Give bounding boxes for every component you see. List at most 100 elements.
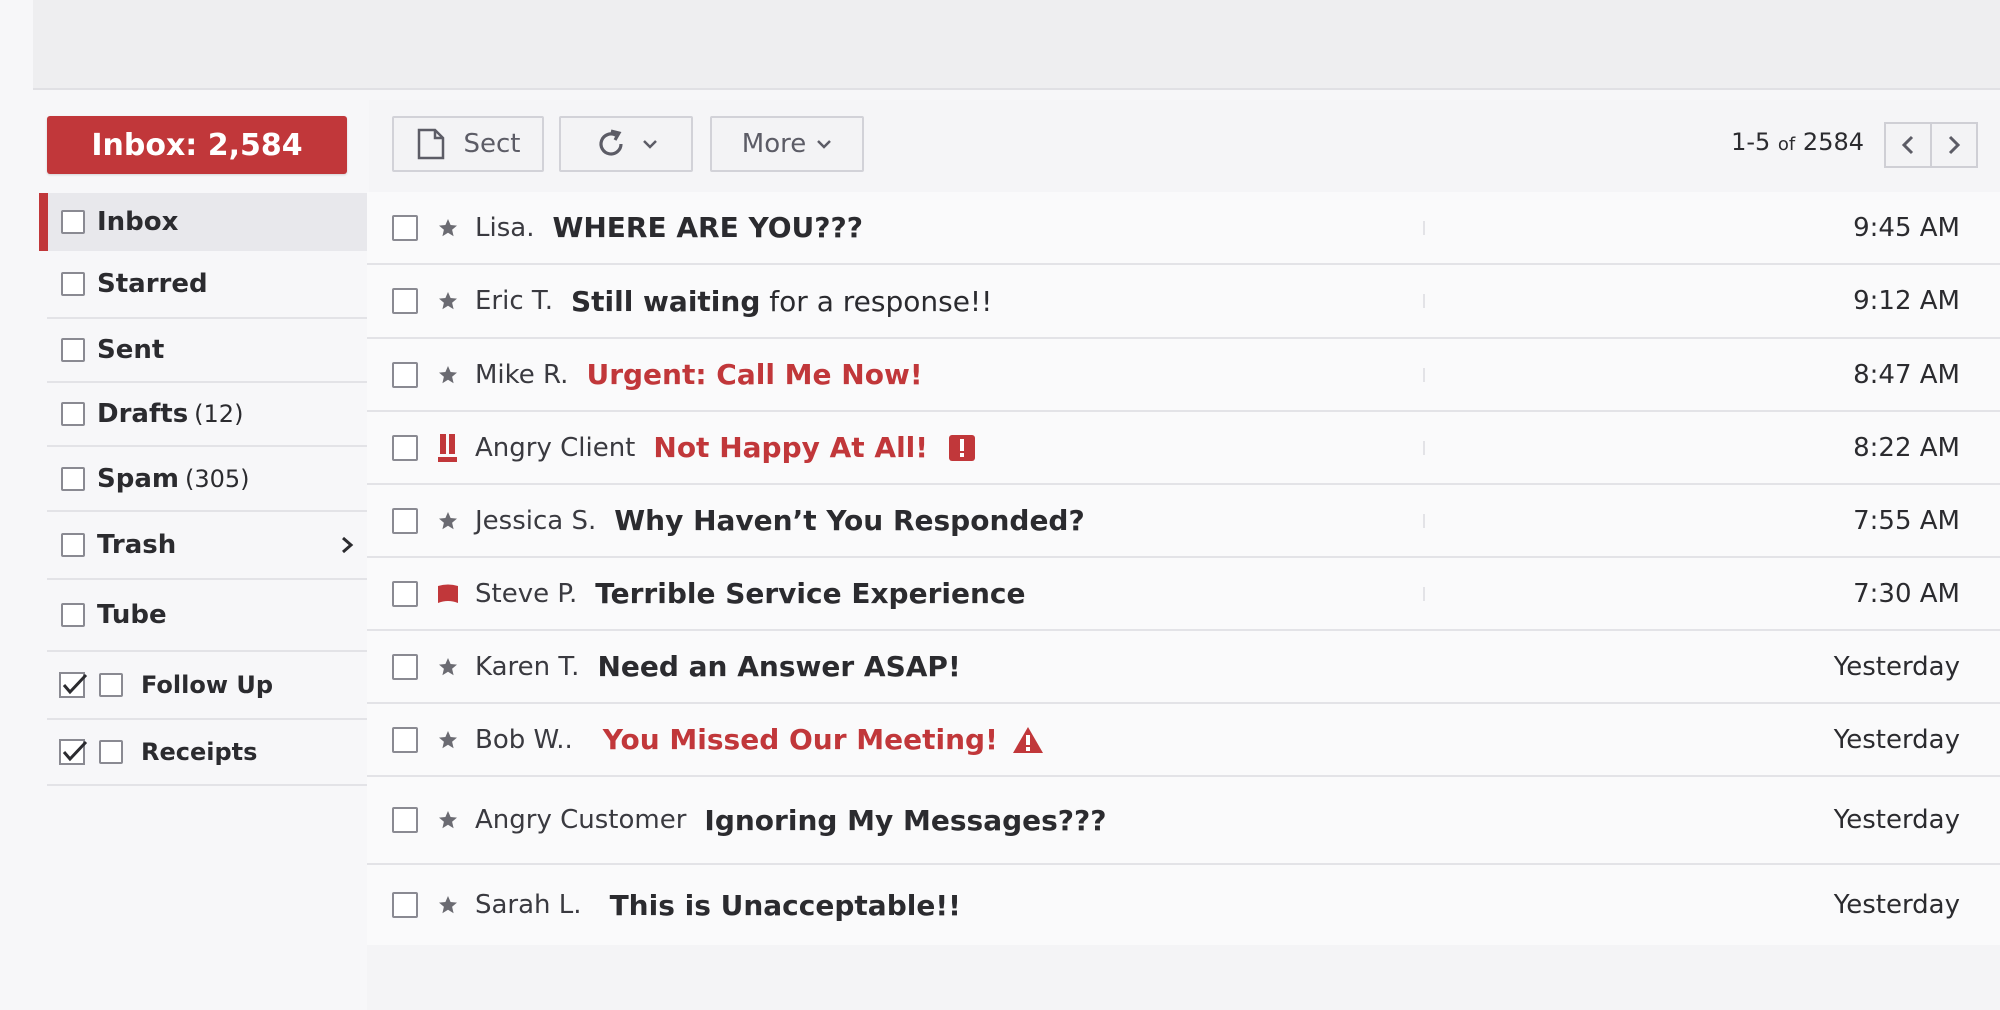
checkbox[interactable] [99,673,123,697]
check-icon[interactable] [59,672,89,698]
sidebar-item-label: Spam [97,463,179,494]
message-row[interactable]: Angry Customer Ignoring My Messages??? Y… [367,777,2000,865]
star-icon[interactable] [437,894,459,916]
message-time: 7:55 AM [1853,505,1960,536]
checkbox[interactable] [61,466,85,491]
sidebar-item-sent[interactable]: Sent [47,319,369,383]
message-time: 9:45 AM [1853,212,1960,243]
divider [1423,220,1425,235]
sidebar-item-drafts[interactable]: Drafts (12) [47,383,369,447]
checkbox[interactable] [392,288,418,314]
chevron-left-icon [1901,135,1914,155]
more-label: More [741,129,807,159]
message-sender: Lisa. [475,212,535,243]
message-time: 9:12 AM [1853,286,1960,316]
sidebar-item-starred[interactable]: Starred [47,251,369,319]
message-row[interactable]: Steve P. Terrible Service Experience 7:3… [367,558,2000,631]
message-sender: Steve P. [475,578,578,609]
alert-square-icon [948,434,976,462]
divider [1423,513,1425,528]
star-icon[interactable] [437,510,459,532]
document-icon [417,128,444,160]
sidebar-item-tube[interactable]: Tube [47,580,369,652]
refresh-button[interactable] [559,116,693,172]
select-button[interactable]: Sect [392,116,544,172]
star-icon[interactable] [437,729,459,751]
chevron-right-icon[interactable] [337,535,357,555]
message-subject: This is Unacceptable!! [609,888,961,922]
checkbox[interactable] [61,533,85,557]
checkbox[interactable] [392,807,418,833]
check-icon[interactable] [59,739,89,765]
checkbox[interactable] [61,272,85,296]
message-subject: You Missed Our Meeting! [602,723,998,756]
message-time: 8:47 AM [1853,359,1960,390]
message-subject: Need an Answer ASAP! [597,650,961,683]
important-marker-icon[interactable] [437,433,459,462]
message-row[interactable]: Lisa. WHERE ARE YOU??? 9:45 AM [367,192,2000,265]
divider [1423,294,1425,308]
checkbox[interactable] [392,434,418,461]
sidebar-item-follow-up[interactable]: Follow Up [47,652,369,720]
message-row[interactable]: Sarah L. This is Unacceptable!! Yesterda… [367,865,2000,947]
message-row[interactable]: Bob W.. You Missed Our Meeting! Yesterda… [367,704,2000,777]
bookmark-icon[interactable] [437,583,459,605]
inbox-count-button[interactable]: Inbox: 2,584 [47,116,347,174]
message-time: Yesterday [1833,890,1960,920]
message-time: Yesterday [1833,724,1960,755]
message-subject: WHERE ARE YOU??? [552,211,863,244]
message-row[interactable]: Angry Client Not Happy At All! 8:22 AM [367,412,2000,485]
sidebar-item-inbox[interactable]: Inbox [39,193,369,251]
checkbox[interactable] [61,402,85,426]
toolbar: Sect More 1-5 of 2584 [369,100,2000,194]
checkbox[interactable] [61,603,85,627]
checkbox[interactable] [61,338,85,362]
checkbox[interactable] [392,507,418,534]
message-row[interactable]: Eric T. Still waiting for a response!! 9… [367,265,2000,339]
checkbox[interactable] [392,214,418,241]
message-sender: Bob W.. [475,724,573,755]
chevron-down-icon [817,140,832,149]
sidebar-item-receipts[interactable]: Receipts [47,720,369,786]
star-icon[interactable] [437,364,459,386]
checkbox[interactable] [392,361,418,388]
divider [1423,586,1425,601]
pager-controls [1884,122,1978,168]
select-label: Sect [463,129,521,159]
message-subject: Not Happy At All! [653,431,929,464]
checkbox[interactable] [99,740,123,764]
star-icon[interactable] [437,809,459,831]
message-row[interactable]: Karen T. Need an Answer ASAP! Yesterday [367,631,2000,704]
message-sender: Karen T. [475,651,580,682]
checkbox[interactable] [392,892,418,918]
message-row[interactable]: Mike R. Urgent: Call Me Now! 8:47 AM [367,339,2000,412]
sidebar-item-spam[interactable]: Spam (305) [47,447,369,512]
checkbox[interactable] [392,726,418,753]
list-footer-area [367,945,2000,1010]
sidebar-item-label: Inbox [97,207,179,237]
message-sender: Angry Client [475,432,636,463]
refresh-icon [599,129,623,156]
message-row[interactable]: Jessica S. Why Haven’t You Responded? 7:… [367,485,2000,558]
sidebar-item-label: Receipts [141,738,258,766]
message-sender: Sarah L. [475,890,582,920]
message-sender: Angry Customer [475,805,687,835]
checkbox[interactable] [392,653,418,680]
prev-page-button[interactable] [1886,124,1930,166]
star-icon[interactable] [437,217,459,239]
star-icon[interactable] [437,656,459,678]
next-page-button[interactable] [1930,124,1976,166]
spam-count: (305) [184,464,250,493]
divider [1423,440,1425,455]
chevron-right-icon [1948,135,1961,155]
more-button[interactable]: More [710,116,864,172]
divider [1423,367,1425,382]
sidebar-item-trash[interactable]: Trash [47,512,369,580]
message-time: 8:22 AM [1853,432,1960,463]
checkbox[interactable] [392,580,418,607]
checkbox[interactable] [61,210,85,234]
pager-range: 1-5 [1731,128,1771,156]
message-subject: Why Haven’t You Responded? [614,504,1085,537]
pager-of: of [1777,134,1796,155]
star-icon[interactable] [437,290,459,312]
